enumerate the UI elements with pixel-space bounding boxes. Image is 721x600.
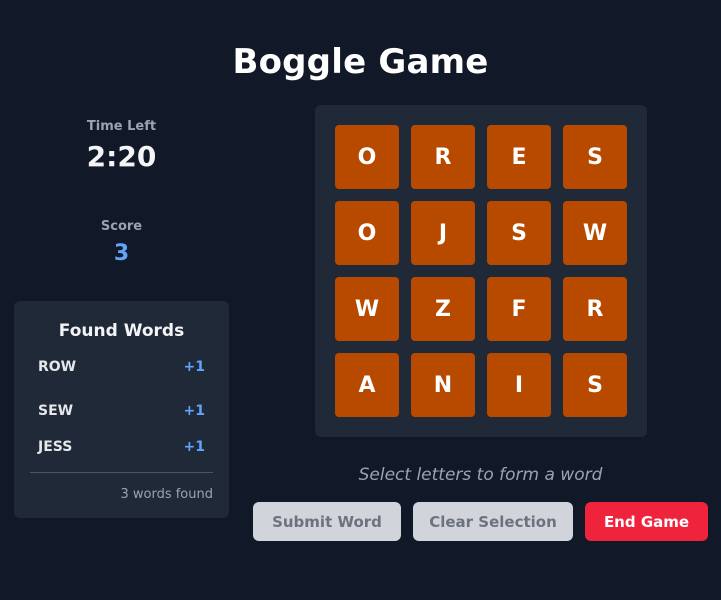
letter-tile[interactable]: R bbox=[563, 277, 627, 341]
letter-tile[interactable]: S bbox=[563, 353, 627, 417]
found-words-count: 3 words found bbox=[120, 487, 213, 502]
letter-tile[interactable]: N bbox=[411, 353, 475, 417]
letter-tile[interactable]: F bbox=[487, 277, 551, 341]
letter-tile[interactable]: O bbox=[335, 201, 399, 265]
score: Score 3 bbox=[14, 219, 229, 266]
clear-selection-button[interactable]: Clear Selection bbox=[413, 502, 573, 541]
letter-tile[interactable]: W bbox=[563, 201, 627, 265]
letter-tile[interactable]: W bbox=[335, 277, 399, 341]
letter-tile[interactable]: E bbox=[487, 125, 551, 189]
boggle-page: Boggle Game Time Left 2:20 Score 3 Found… bbox=[0, 0, 721, 600]
found-word-points: +1 bbox=[183, 439, 205, 455]
letter-tile[interactable]: J bbox=[411, 201, 475, 265]
letter-tile[interactable]: O bbox=[335, 125, 399, 189]
found-word-item: ROW +1 bbox=[38, 357, 205, 377]
score-value: 3 bbox=[113, 241, 130, 266]
found-word-item: JESS +1 bbox=[38, 429, 205, 465]
letter-tile[interactable]: S bbox=[487, 201, 551, 265]
letter-tile[interactable]: I bbox=[487, 353, 551, 417]
timer: Time Left 2:20 bbox=[14, 119, 229, 173]
time-left-value: 2:20 bbox=[86, 140, 157, 173]
letter-tile[interactable]: S bbox=[563, 125, 627, 189]
score-label: Score bbox=[100, 219, 143, 234]
found-words-list: ROW +1 SEW +1 JESS +1 bbox=[30, 357, 213, 465]
time-left-label: Time Left bbox=[86, 119, 157, 134]
found-word-points: +1 bbox=[183, 359, 205, 375]
found-words-divider bbox=[30, 472, 213, 473]
submit-word-button[interactable]: Submit Word bbox=[253, 502, 401, 541]
letter-grid: ORESOJSWWZFRANIS bbox=[315, 105, 647, 437]
found-words-panel: Found Words ROW +1 SEW +1 JESS +1 3 word… bbox=[14, 301, 229, 518]
page-title: Boggle Game bbox=[232, 42, 489, 82]
end-game-button[interactable]: End Game bbox=[585, 502, 708, 541]
found-word: ROW bbox=[38, 359, 77, 375]
selection-hint: Select letters to form a word bbox=[358, 465, 603, 485]
found-word: JESS bbox=[38, 439, 73, 455]
letter-tile[interactable]: Z bbox=[411, 277, 475, 341]
found-word: SEW bbox=[38, 403, 74, 419]
letter-tile[interactable]: R bbox=[411, 125, 475, 189]
found-word-item: SEW +1 bbox=[38, 393, 205, 429]
found-words-title: Found Words bbox=[58, 321, 185, 341]
letter-tile[interactable]: A bbox=[335, 353, 399, 417]
found-word-points: +1 bbox=[183, 403, 205, 419]
